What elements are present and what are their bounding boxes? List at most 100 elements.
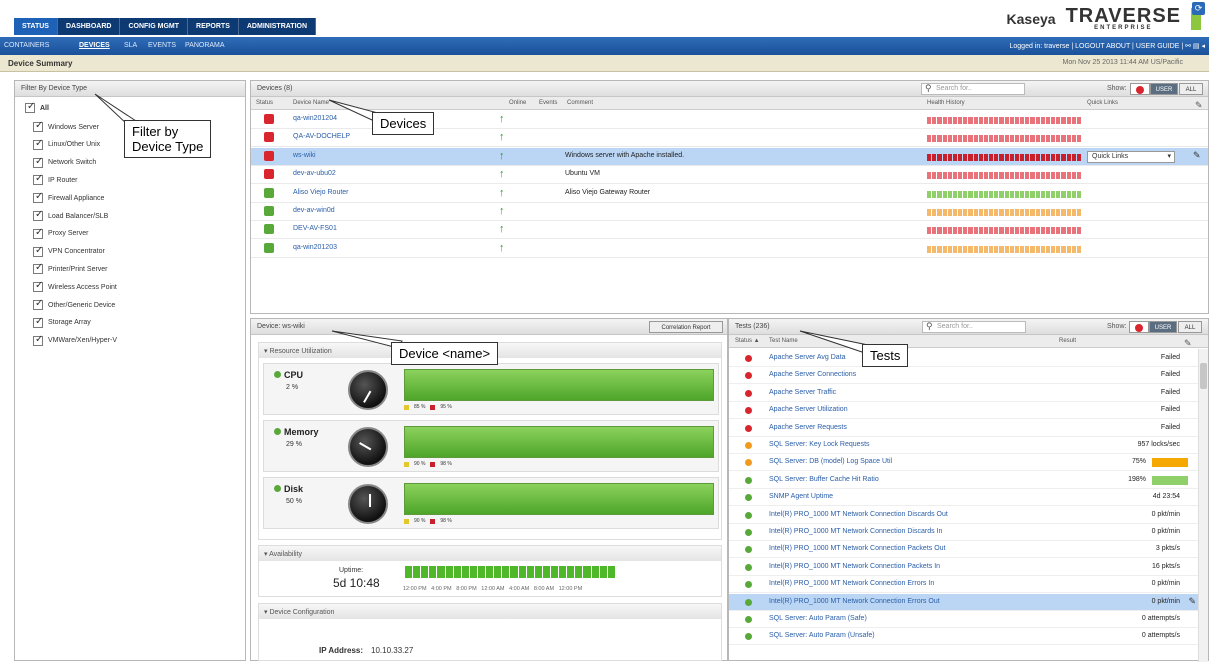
test-name-link[interactable]: Intel(R) PRO_1000 MT Network Connection … [769,545,946,552]
tests-scrollbar[interactable] [1198,349,1208,662]
alert-filter-button[interactable] [1130,83,1150,95]
filter-item[interactable]: Other/Generic Device [33,298,115,310]
device-name-link[interactable]: dev-av-ubu02 [293,170,336,177]
device-name-link[interactable]: Aliso Viejo Router [293,189,349,196]
table-row[interactable]: Apache Server Requests Failed [729,420,1198,437]
table-row[interactable]: SQL Server: Auto Param (Unsafe) 0 attempt… [729,628,1198,646]
filter-item[interactable]: Storage Array [33,316,91,328]
test-name-link[interactable]: Intel(R) PRO_1000 MT Network Connection … [769,598,940,605]
col-comment[interactable]: Comment [567,100,593,106]
filter-item[interactable]: VMWare/Xen/Hyper-V [33,334,117,346]
tab-status[interactable]: STATUS [14,18,58,35]
table-row[interactable]: SNMP Agent Uptime 4d 23:54 [729,489,1198,507]
device-name-link[interactable]: dev-av-win0d [293,207,335,214]
devices-search-input[interactable]: ⚲ Search for.. [921,83,1025,95]
checkbox-icon[interactable] [33,227,43,239]
checkbox-icon[interactable] [33,120,43,132]
filter-item[interactable]: Load Balancer/SLB [33,209,108,221]
checkbox-icon[interactable] [33,316,43,328]
table-row[interactable]: dev-av-win0d ↑ [251,203,1208,221]
device-config-header[interactable]: ▾ Device Configuration [259,604,721,619]
alert-filter-button[interactable] [1129,321,1149,333]
table-row[interactable]: Intel(R) PRO_1000 MT Network Connection … [729,507,1198,524]
subnav-events[interactable]: EVENTS [148,42,176,49]
filter-item[interactable]: Windows Server [33,120,99,132]
col-online[interactable]: Online [509,100,526,106]
device-name-link[interactable]: QA-AV-DOCHELP [293,133,350,140]
edit-icon[interactable]: ✎ [1184,338,1192,349]
table-row[interactable]: qa-win201203 ↑ [251,240,1208,258]
filter-item[interactable]: Wireless Access Point [33,280,117,293]
test-name-link[interactable]: Intel(R) PRO_1000 MT Network Connection … [769,563,940,570]
col-health-history[interactable]: Health History [927,100,965,106]
table-row[interactable]: Intel(R) PRO_1000 MT Network Connection … [729,593,1198,611]
table-row[interactable]: Apache Server Connections Failed [729,367,1198,385]
filter-item[interactable]: Network Switch [33,156,96,168]
account-links[interactable]: Logged in: traverse | LOGOUT ABOUT | USE… [1010,42,1206,50]
table-row[interactable]: SQL Server: DB (model) Log Space Util 75% [729,454,1198,472]
col-status[interactable]: Status [256,100,273,106]
table-row[interactable]: SQL Server: Buffer Cache Hit Ratio 198% [729,472,1198,489]
subnav-panorama[interactable]: PANORAMA [185,42,225,49]
col-result[interactable]: Result [1059,338,1076,344]
checkbox-icon[interactable] [33,280,43,293]
checkbox-icon[interactable] [33,173,43,186]
tab-administration[interactable]: ADMINISTRATION [239,18,317,35]
filter-item[interactable]: VPN Concentrator [33,245,105,257]
subnav-sla[interactable]: SLA [124,42,137,49]
test-name-link[interactable]: SQL Server: DB (model) Log Space Util [769,458,892,465]
table-row[interactable]: Intel(R) PRO_1000 MT Network Connection … [729,576,1198,594]
table-row[interactable]: Intel(R) PRO_1000 MT Network Connection … [729,541,1198,559]
test-name-link[interactable]: SQL Server: Auto Param (Safe) [769,615,867,622]
checkbox-icon[interactable] [33,262,43,275]
filter-item[interactable]: Firewall Appliance [33,191,104,204]
table-row[interactable]: Intel(R) PRO_1000 MT Network Connection … [729,524,1198,541]
user-button[interactable]: USER [1149,321,1177,333]
quick-links-select[interactable]: Quick Links ▾ [1087,150,1175,163]
filter-item[interactable]: Linux/Other Unix [33,138,100,150]
test-name-link[interactable]: Intel(R) PRO_1000 MT Network Connection … [769,511,948,518]
checkbox-icon[interactable] [25,101,35,113]
test-name-link[interactable]: Apache Server Avg Data [769,354,846,361]
table-row[interactable]: DEV-AV-FS01 ↑ [251,221,1208,240]
col-test-name[interactable]: Test Name [769,338,798,344]
test-name-link[interactable]: Apache Server Requests [769,424,847,431]
device-name-link[interactable]: DEV-AV-FS01 [293,225,337,232]
edit-icon[interactable]: ✎ [1188,596,1196,607]
device-name-link[interactable]: qa-win201204 [293,115,337,122]
col-quick-links[interactable]: Quick Links [1087,100,1118,106]
tab-dashboard[interactable]: DASHBOARD [58,18,121,35]
user-button[interactable]: USER [1150,83,1178,95]
table-row[interactable]: Apache Server Avg Data Failed [729,350,1198,367]
test-name-link[interactable]: SQL Server: Key Lock Requests [769,441,870,448]
table-row[interactable]: ws-wiki ↑ Windows server with Apache insta… [251,147,1208,166]
checkbox-icon[interactable] [33,156,43,168]
test-name-link[interactable]: SNMP Agent Uptime [769,493,833,500]
table-row[interactable]: dev-av-ubu02 ↑ Ubuntu VM [251,166,1208,185]
filter-item[interactable]: Proxy Server [33,227,88,239]
table-row[interactable]: SQL Server: Key Lock Requests 957 locks/s… [729,437,1198,454]
checkbox-icon[interactable] [33,209,43,221]
test-name-link[interactable]: Apache Server Traffic [769,389,836,396]
correlation-report-button[interactable]: Correlation Report [649,321,723,333]
subnav-devices[interactable]: DEVICES [79,42,110,49]
checkbox-icon[interactable] [33,334,43,346]
tests-search-input[interactable]: ⚲ Search for.. [922,321,1026,333]
test-name-link[interactable]: Intel(R) PRO_1000 MT Network Connection … [769,528,942,535]
table-row[interactable]: Aliso Viejo Router ↑ Aliso Viejo Gateway R… [251,185,1208,203]
test-name-link[interactable]: Apache Server Utilization [769,406,848,413]
test-name-link[interactable]: SQL Server: Auto Param (Unsafe) [769,632,875,639]
scrollbar-thumb[interactable] [1200,363,1207,389]
col-events[interactable]: Events [539,100,557,106]
refresh-icon[interactable]: ⟳ [1192,2,1205,15]
table-row[interactable]: SQL Server: Auto Param (Safe) 0 attempts/… [729,611,1198,628]
availability-header[interactable]: ▾ Availability [259,546,721,561]
all-button[interactable]: ALL [1178,321,1202,333]
col-status[interactable]: Status ▲ [735,338,760,344]
subnav-containers[interactable]: CONTAINERS [4,42,49,49]
test-name-link[interactable]: Apache Server Connections [769,371,856,378]
col-device-name[interactable]: Device Name [293,100,329,106]
checkbox-icon[interactable] [33,191,43,204]
test-name-link[interactable]: SQL Server: Buffer Cache Hit Ratio [769,476,879,483]
table-row[interactable]: Apache Server Traffic Failed [729,385,1198,402]
